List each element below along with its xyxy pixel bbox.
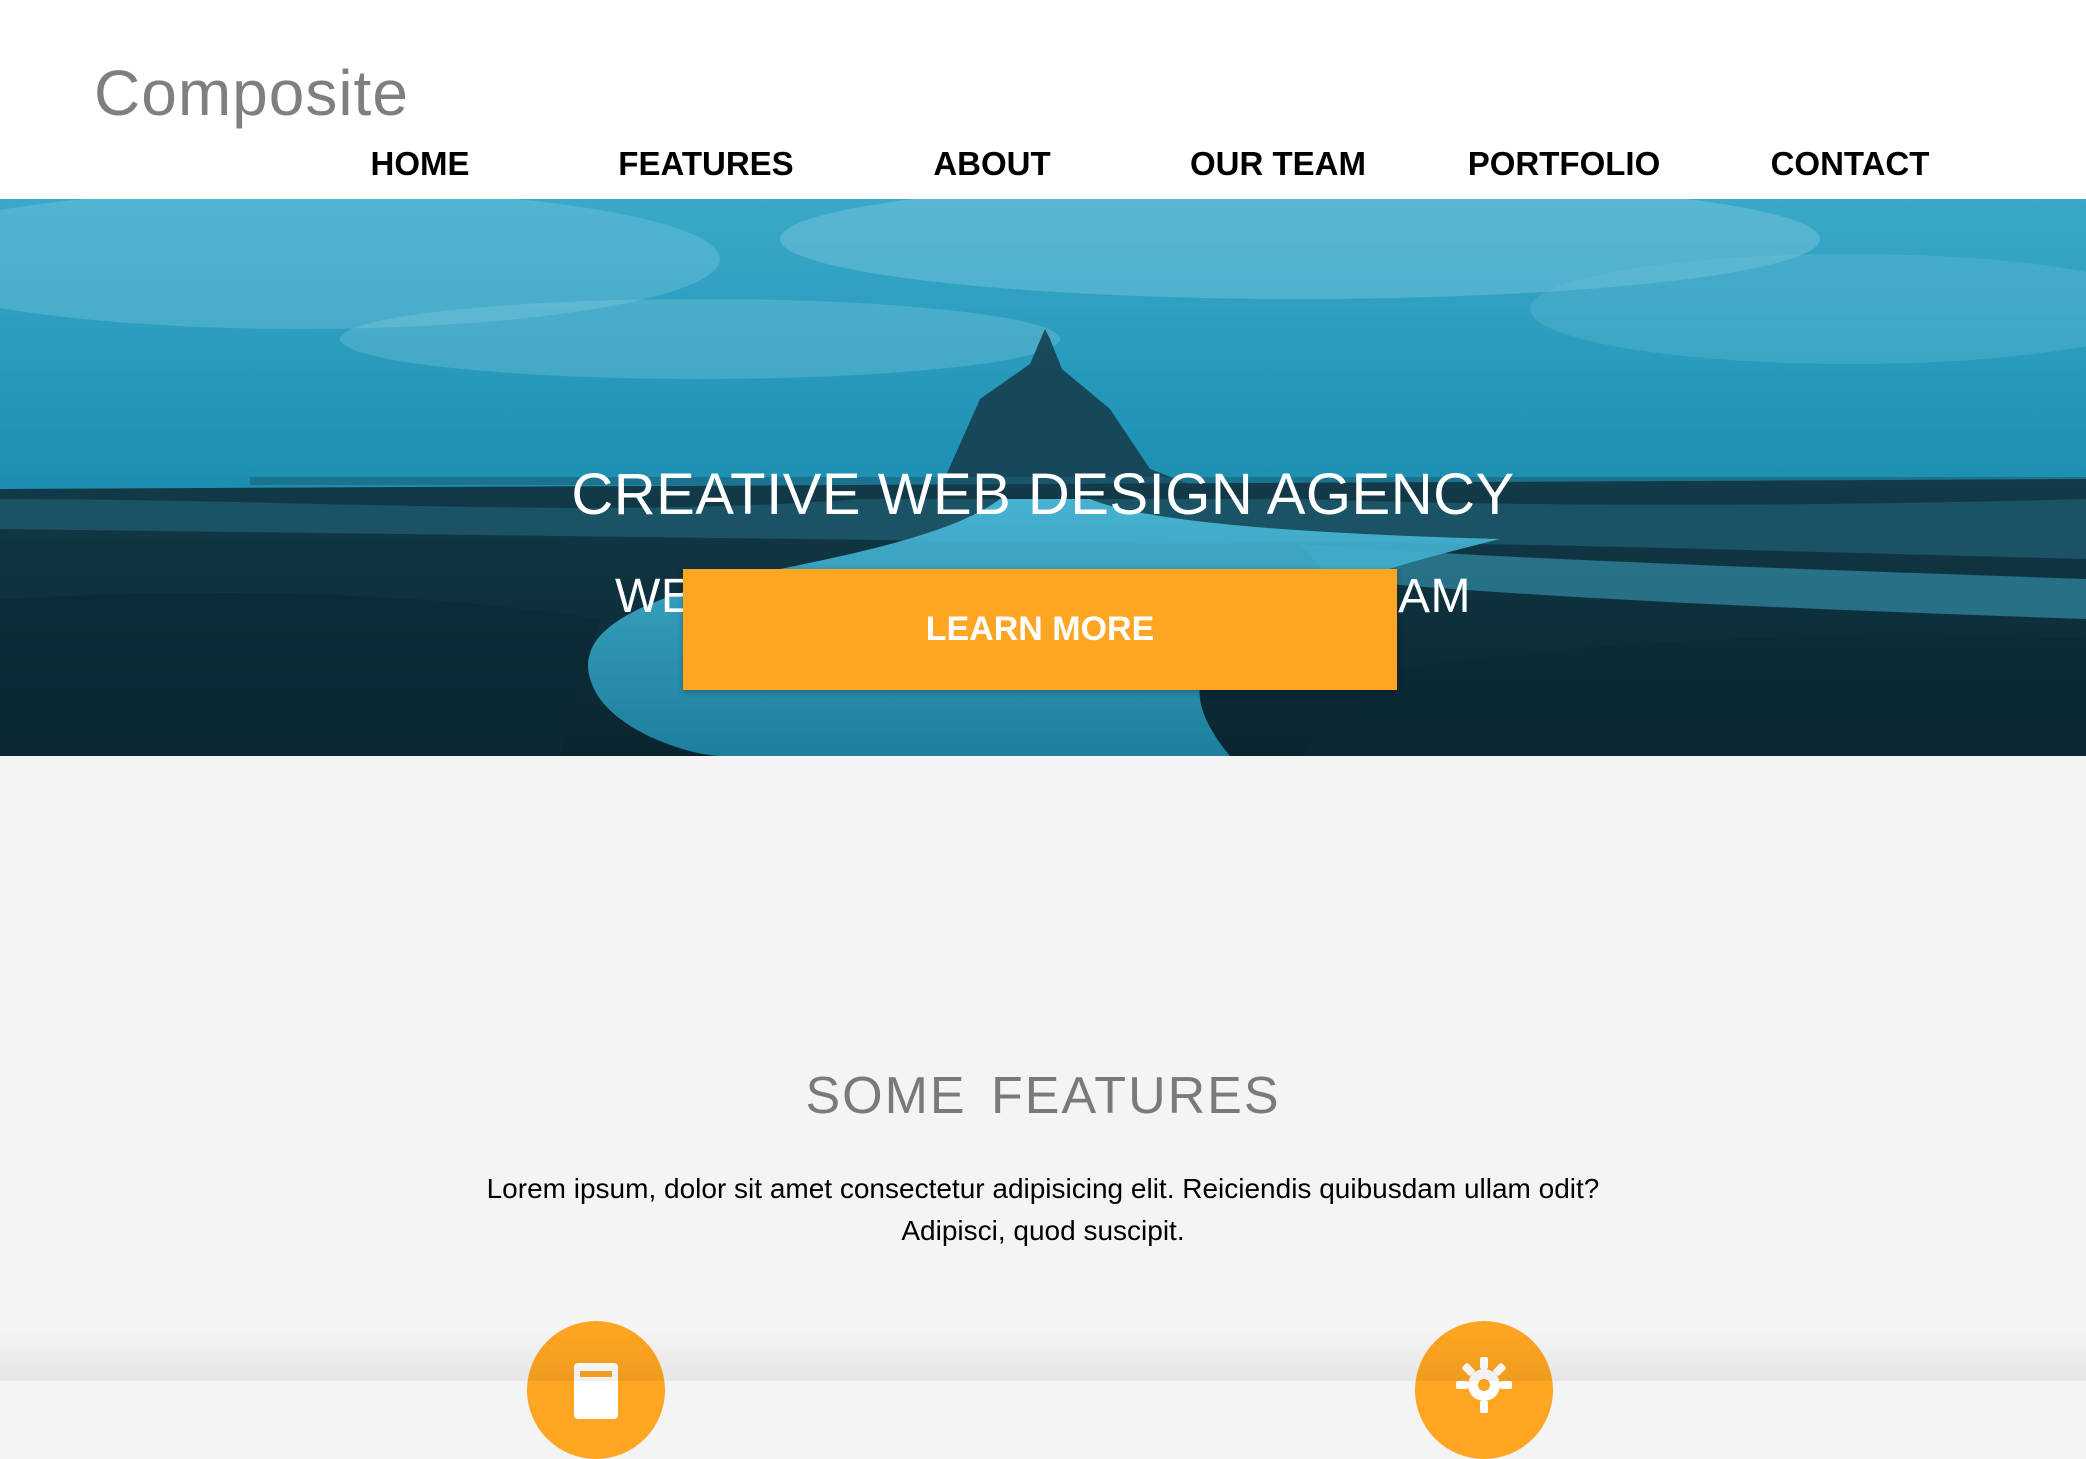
nav-item-contact[interactable]: CONTACT — [1771, 145, 1930, 183]
feature-card-icon — [1415, 1321, 1553, 1459]
gear-icon — [1454, 1355, 1514, 1420]
features-heading: SOME FEATURES — [805, 1067, 1281, 1125]
features-description-line: Adipisci, quod suscipit. — [901, 1215, 1185, 1246]
features-description: Lorem ipsum, dolor sit amet consectetur … — [443, 1168, 1643, 1252]
main-nav: HOME FEATURES ABOUT OUR TEAM PORTFOLIO C… — [0, 145, 2086, 185]
feature-card-icon — [527, 1321, 665, 1459]
nav-item-about[interactable]: ABOUT — [933, 145, 1050, 183]
site-logo[interactable]: Composite — [94, 56, 409, 130]
nav-item-portfolio[interactable]: PORTFOLIO — [1468, 145, 1661, 183]
device-icon — [570, 1359, 622, 1424]
hero-title: CREATIVE WEB DESIGN AGENCY — [571, 462, 1515, 527]
nav-item-home[interactable]: HOME — [371, 145, 470, 183]
nav-item-our-team[interactable]: OUR TEAM — [1190, 145, 1366, 183]
features-description-line: Lorem ipsum, dolor sit amet consectetur … — [486, 1173, 1600, 1204]
site-header: Composite HOME FEATURES ABOUT OUR TEAM P… — [0, 0, 2086, 199]
learn-more-button[interactable]: LEARN MORE — [683, 569, 1397, 690]
nav-item-features[interactable]: FEATURES — [618, 145, 793, 183]
viewport-bottom-shade — [0, 1330, 2086, 1381]
